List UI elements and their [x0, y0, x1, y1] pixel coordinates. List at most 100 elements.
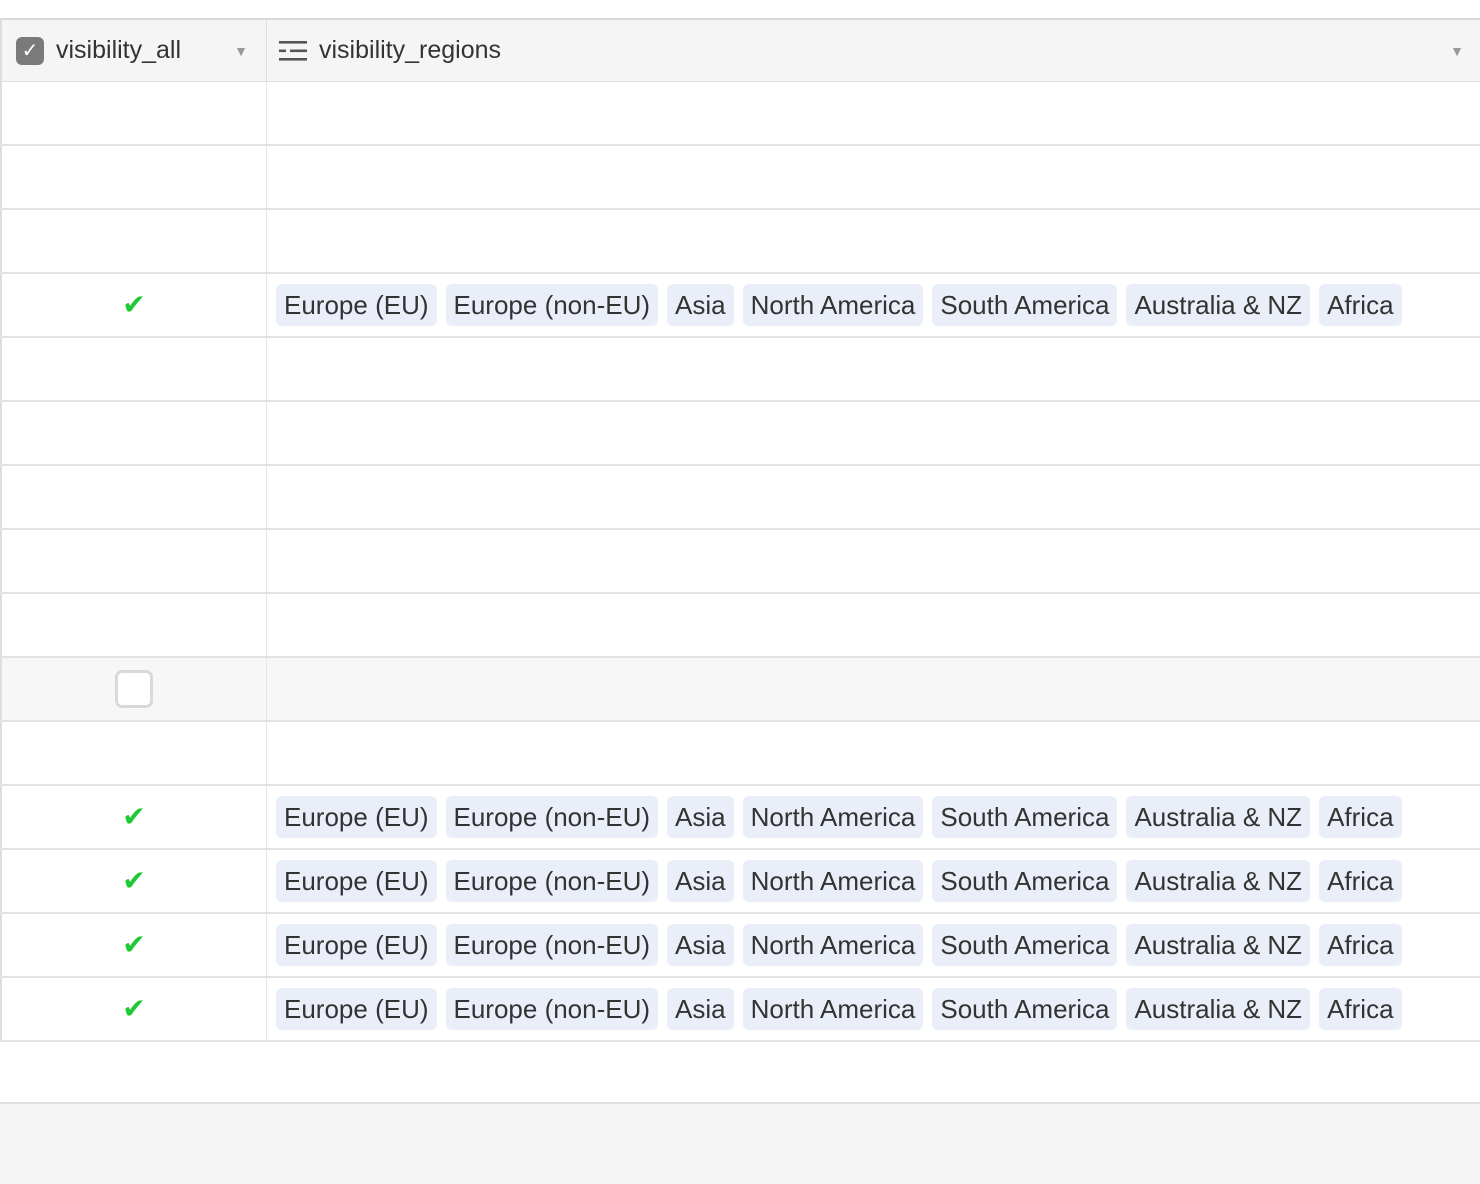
- region-tag: Europe (EU): [276, 796, 437, 838]
- multiple-select-field-icon: [279, 39, 307, 63]
- region-tag: Africa: [1319, 796, 1402, 838]
- checkmark-icon[interactable]: ✔: [122, 867, 145, 895]
- region-tag: Europe (non-EU): [445, 860, 659, 902]
- region-tag: Africa: [1319, 924, 1402, 966]
- checkmark-icon[interactable]: ✔: [122, 291, 145, 319]
- checkmark-icon[interactable]: ✔: [122, 995, 145, 1023]
- column-header-label: visibility_all: [56, 36, 182, 64]
- visibility-regions-cell[interactable]: [267, 82, 1480, 144]
- visibility-all-cell[interactable]: ✔: [0, 274, 267, 336]
- visibility-regions-cell[interactable]: Europe (EU) Europe (non-EU) Asia North Amer…: [267, 850, 1480, 912]
- table-row[interactable]: [0, 722, 1480, 786]
- visibility-all-cell[interactable]: ✔: [0, 786, 267, 848]
- table-row[interactable]: ✔ Europe (EU) Europe (non-EU) Asia North Ame…: [0, 274, 1480, 338]
- table-row[interactable]: [0, 658, 1480, 722]
- grid-body: ✔ Europe (EU) Europe (non-EU) Asia North Ame…: [0, 82, 1480, 1042]
- table-row[interactable]: ✔ Europe (EU) Europe (non-EU) Asia North Ame…: [0, 786, 1480, 850]
- visibility-regions-cell[interactable]: [267, 530, 1480, 592]
- region-tag: Europe (non-EU): [445, 924, 659, 966]
- region-tag: North America: [742, 988, 924, 1030]
- region-tag: Asia: [667, 284, 734, 326]
- visibility-all-cell[interactable]: ✔: [0, 850, 267, 912]
- header-row: ✓ visibility_all ▼ visibility_regions ▼: [0, 20, 1480, 82]
- column-header-visibility-regions[interactable]: visibility_regions ▼: [267, 20, 1480, 81]
- table-row[interactable]: [0, 594, 1480, 658]
- visibility-all-cell[interactable]: [0, 658, 267, 720]
- checkbox-field-icon: ✓: [16, 36, 44, 65]
- table-row[interactable]: ✔ Europe (EU) Europe (non-EU) Asia North Ame…: [0, 914, 1480, 978]
- checkmark-icon[interactable]: ✔: [122, 931, 145, 959]
- visibility-regions-cell[interactable]: [267, 146, 1480, 208]
- visibility-all-cell[interactable]: [0, 530, 267, 592]
- table-row[interactable]: [0, 466, 1480, 530]
- region-tag: Europe (non-EU): [445, 988, 659, 1030]
- visibility-regions-cell[interactable]: Europe (EU) Europe (non-EU) Asia North Amer…: [267, 914, 1480, 976]
- top-strip: [0, 0, 1480, 20]
- visibility-all-cell[interactable]: [0, 338, 267, 400]
- visibility-regions-cell[interactable]: [267, 658, 1480, 720]
- region-tag: Europe (non-EU): [445, 284, 659, 326]
- table-row[interactable]: [0, 82, 1480, 146]
- region-tag: Europe (EU): [276, 860, 437, 902]
- visibility-regions-cell[interactable]: [267, 210, 1480, 272]
- region-tag: South America: [932, 988, 1118, 1030]
- region-tag: North America: [742, 796, 924, 838]
- region-tag: Australia & NZ: [1126, 988, 1311, 1030]
- region-tag: South America: [932, 284, 1118, 326]
- region-tag: South America: [932, 860, 1118, 902]
- checkmark-icon[interactable]: ✔: [122, 803, 145, 831]
- column-header-label: visibility_regions: [319, 36, 502, 64]
- region-tag: Asia: [667, 860, 734, 902]
- visibility-all-cell[interactable]: [0, 82, 267, 144]
- checkbox[interactable]: [115, 670, 153, 708]
- region-tag: South America: [932, 924, 1118, 966]
- column-header-visibility-all[interactable]: ✓ visibility_all ▼: [0, 20, 267, 81]
- region-tag: Australia & NZ: [1126, 860, 1311, 902]
- visibility-all-cell[interactable]: [0, 466, 267, 528]
- visibility-regions-cell[interactable]: Europe (EU) Europe (non-EU) Asia North Amer…: [267, 786, 1480, 848]
- region-tag: North America: [742, 924, 924, 966]
- visibility-regions-cell[interactable]: [267, 338, 1480, 400]
- region-tag: Africa: [1319, 988, 1402, 1030]
- table-row[interactable]: [0, 338, 1480, 402]
- visibility-all-cell[interactable]: [0, 594, 267, 656]
- table-row[interactable]: [0, 530, 1480, 594]
- region-tag: Asia: [667, 796, 734, 838]
- chevron-down-icon[interactable]: ▼: [1450, 43, 1464, 59]
- visibility-regions-cell[interactable]: Europe (EU) Europe (non-EU) Asia North Amer…: [267, 978, 1480, 1040]
- visibility-regions-cell[interactable]: Europe (EU) Europe (non-EU) Asia North Amer…: [267, 274, 1480, 336]
- region-tag: North America: [742, 860, 924, 902]
- region-tag: Europe (EU): [276, 284, 437, 326]
- region-tag: North America: [742, 284, 924, 326]
- visibility-regions-cell[interactable]: [267, 402, 1480, 464]
- table-row[interactable]: [0, 146, 1480, 210]
- chevron-down-icon[interactable]: ▼: [234, 43, 248, 59]
- visibility-all-cell[interactable]: [0, 210, 267, 272]
- region-tag: Asia: [667, 988, 734, 1030]
- region-tag: Asia: [667, 924, 734, 966]
- add-record-row[interactable]: [0, 1042, 1480, 1104]
- region-tag: Australia & NZ: [1126, 796, 1311, 838]
- region-tag: Europe (EU): [276, 924, 437, 966]
- region-tag: Australia & NZ: [1126, 924, 1311, 966]
- data-grid: ✓ visibility_all ▼ visibility_regions ▼ …: [0, 20, 1480, 1104]
- region-tag: Africa: [1319, 860, 1402, 902]
- visibility-all-cell[interactable]: ✔: [0, 978, 267, 1040]
- table-row[interactable]: [0, 402, 1480, 466]
- region-tag: Australia & NZ: [1126, 284, 1311, 326]
- region-tag: Africa: [1319, 284, 1402, 326]
- visibility-all-cell[interactable]: [0, 146, 267, 208]
- visibility-regions-cell[interactable]: [267, 722, 1480, 784]
- table-row[interactable]: ✔ Europe (EU) Europe (non-EU) Asia North Ame…: [0, 978, 1480, 1042]
- visibility-all-cell[interactable]: ✔: [0, 914, 267, 976]
- visibility-regions-cell[interactable]: [267, 594, 1480, 656]
- visibility-all-cell[interactable]: [0, 402, 267, 464]
- table-row[interactable]: [0, 210, 1480, 274]
- region-tag: Europe (EU): [276, 988, 437, 1030]
- region-tag: Europe (non-EU): [445, 796, 659, 838]
- visibility-all-cell[interactable]: [0, 722, 267, 784]
- table-row[interactable]: ✔ Europe (EU) Europe (non-EU) Asia North Ame…: [0, 850, 1480, 914]
- visibility-regions-cell[interactable]: [267, 466, 1480, 528]
- grid-footer: [0, 1104, 1480, 1182]
- region-tag: South America: [932, 796, 1118, 838]
